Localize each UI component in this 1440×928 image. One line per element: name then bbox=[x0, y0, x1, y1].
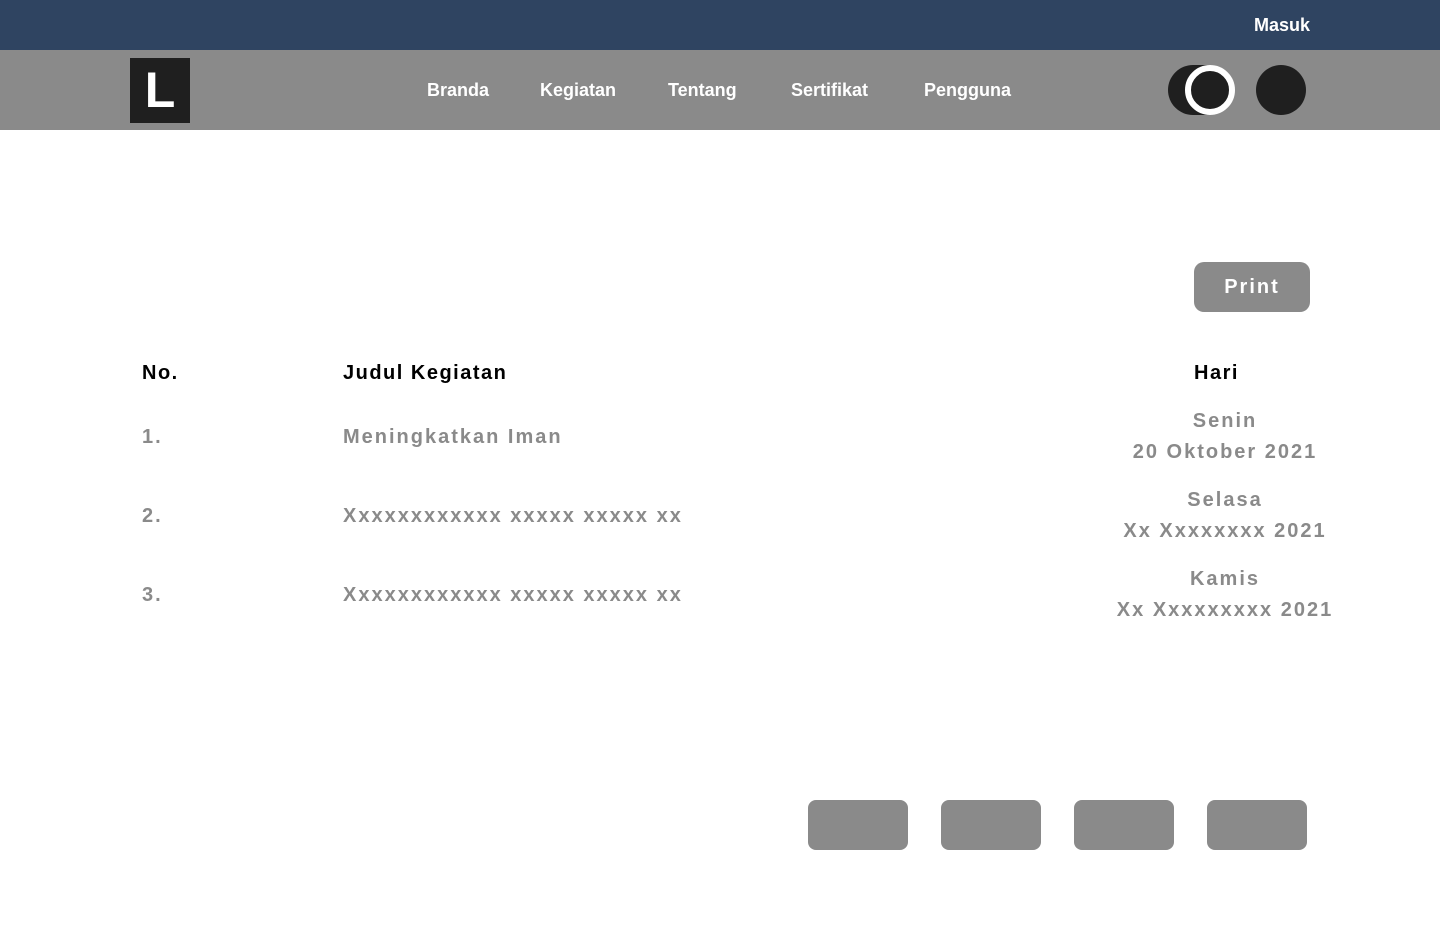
column-header-no: No. bbox=[142, 362, 179, 384]
nav-item-sertifikat[interactable]: Sertifikat bbox=[791, 80, 868, 101]
row-title: Meningkatkan Iman bbox=[343, 426, 563, 448]
pagination-button-1[interactable] bbox=[808, 800, 908, 850]
row-day: Senin 20 Oktober 2021 bbox=[1100, 406, 1350, 468]
row-day-name: Senin bbox=[1192, 410, 1258, 432]
top-bar: Masuk bbox=[0, 0, 1440, 50]
row-title: Xxxxxxxxxxxx xxxxx xxxxx xx bbox=[343, 584, 683, 606]
column-header-title: Judul Kegiatan bbox=[343, 362, 508, 384]
pagination-button-2[interactable] bbox=[941, 800, 1041, 850]
toggle-switch-icon bbox=[1185, 65, 1235, 115]
row-number: 3. bbox=[142, 584, 163, 606]
login-link[interactable]: Masuk bbox=[1254, 15, 1310, 36]
avatar-icon[interactable] bbox=[1256, 65, 1306, 115]
nav-item-pengguna[interactable]: Pengguna bbox=[924, 80, 1011, 101]
row-day: Kamis Xx Xxxxxxxxx 2021 bbox=[1100, 564, 1350, 626]
row-date: 20 Oktober 2021 bbox=[1132, 441, 1318, 463]
row-title: Xxxxxxxxxxxx xxxxx xxxxx xx bbox=[343, 505, 683, 527]
row-day-name: Kamis bbox=[1189, 568, 1261, 590]
pagination-button-3[interactable] bbox=[1074, 800, 1174, 850]
row-date: Xx Xxxxxxxxx 2021 bbox=[1116, 599, 1334, 621]
nav-item-tentang[interactable]: Tentang bbox=[668, 80, 737, 101]
row-number: 1. bbox=[142, 426, 163, 448]
row-day: Selasa Xx Xxxxxxxx 2021 bbox=[1100, 485, 1350, 547]
nav-bar: L Branda Kegiatan Tentang Sertifikat Pen… bbox=[0, 50, 1440, 130]
print-button[interactable]: Print bbox=[1194, 262, 1310, 312]
nav-item-kegiatan[interactable]: Kegiatan bbox=[540, 80, 616, 101]
logo[interactable]: L bbox=[130, 58, 190, 123]
row-day-name: Selasa bbox=[1187, 489, 1263, 511]
row-date: Xx Xxxxxxxx 2021 bbox=[1123, 520, 1327, 542]
nav-item-branda[interactable]: Branda bbox=[427, 80, 489, 101]
row-number: 2. bbox=[142, 505, 163, 527]
pagination-button-4[interactable] bbox=[1207, 800, 1307, 850]
column-header-day: Hari bbox=[1194, 362, 1239, 384]
theme-toggle[interactable] bbox=[1168, 65, 1236, 115]
